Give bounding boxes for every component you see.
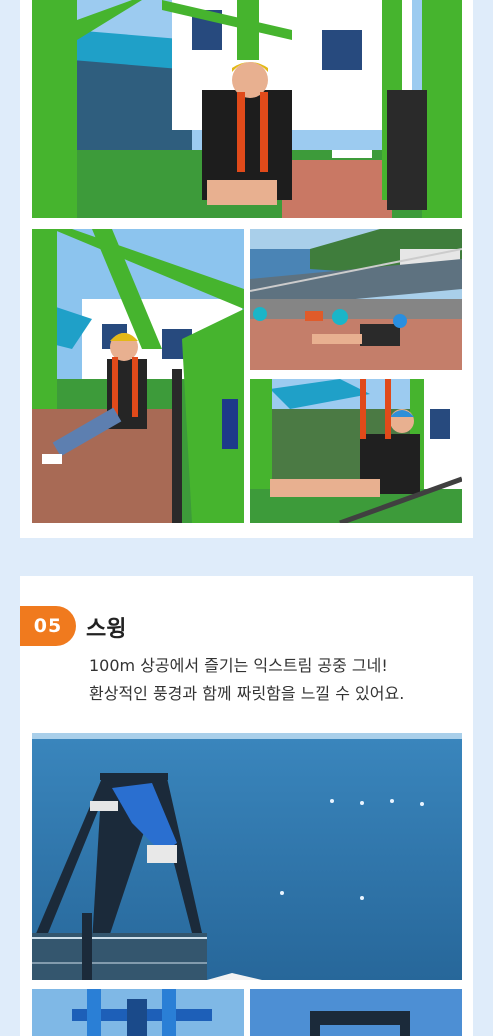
- section-number-badge: 05: [20, 606, 76, 646]
- section-title: 스윙: [86, 617, 127, 642]
- zipline-photo-card: [20, 0, 473, 538]
- section-header: 05 스윙: [20, 606, 473, 646]
- section-description-line-1: 100m 상공에서 즐기는 익스트림 공중 그네!: [89, 656, 388, 675]
- swing-frame-photo: [250, 989, 462, 1036]
- zipline-deck-photo: [250, 229, 462, 370]
- zipline-blue-helmet-photo: [250, 379, 462, 523]
- section-description-line-2: 환상적인 풍경과 함께 짜릿함을 느낄 수 있어요.: [89, 684, 405, 703]
- zipline-seated-photo: [32, 229, 244, 523]
- swing-section-card: 05 스윙 100m 상공에서 즐기는 익스트림 공중 그네! 환상적인 풍경과…: [20, 576, 473, 1036]
- swing-seats-photo: [32, 989, 244, 1036]
- zipline-main-photo: [32, 0, 462, 218]
- swing-main-photo: [32, 733, 462, 980]
